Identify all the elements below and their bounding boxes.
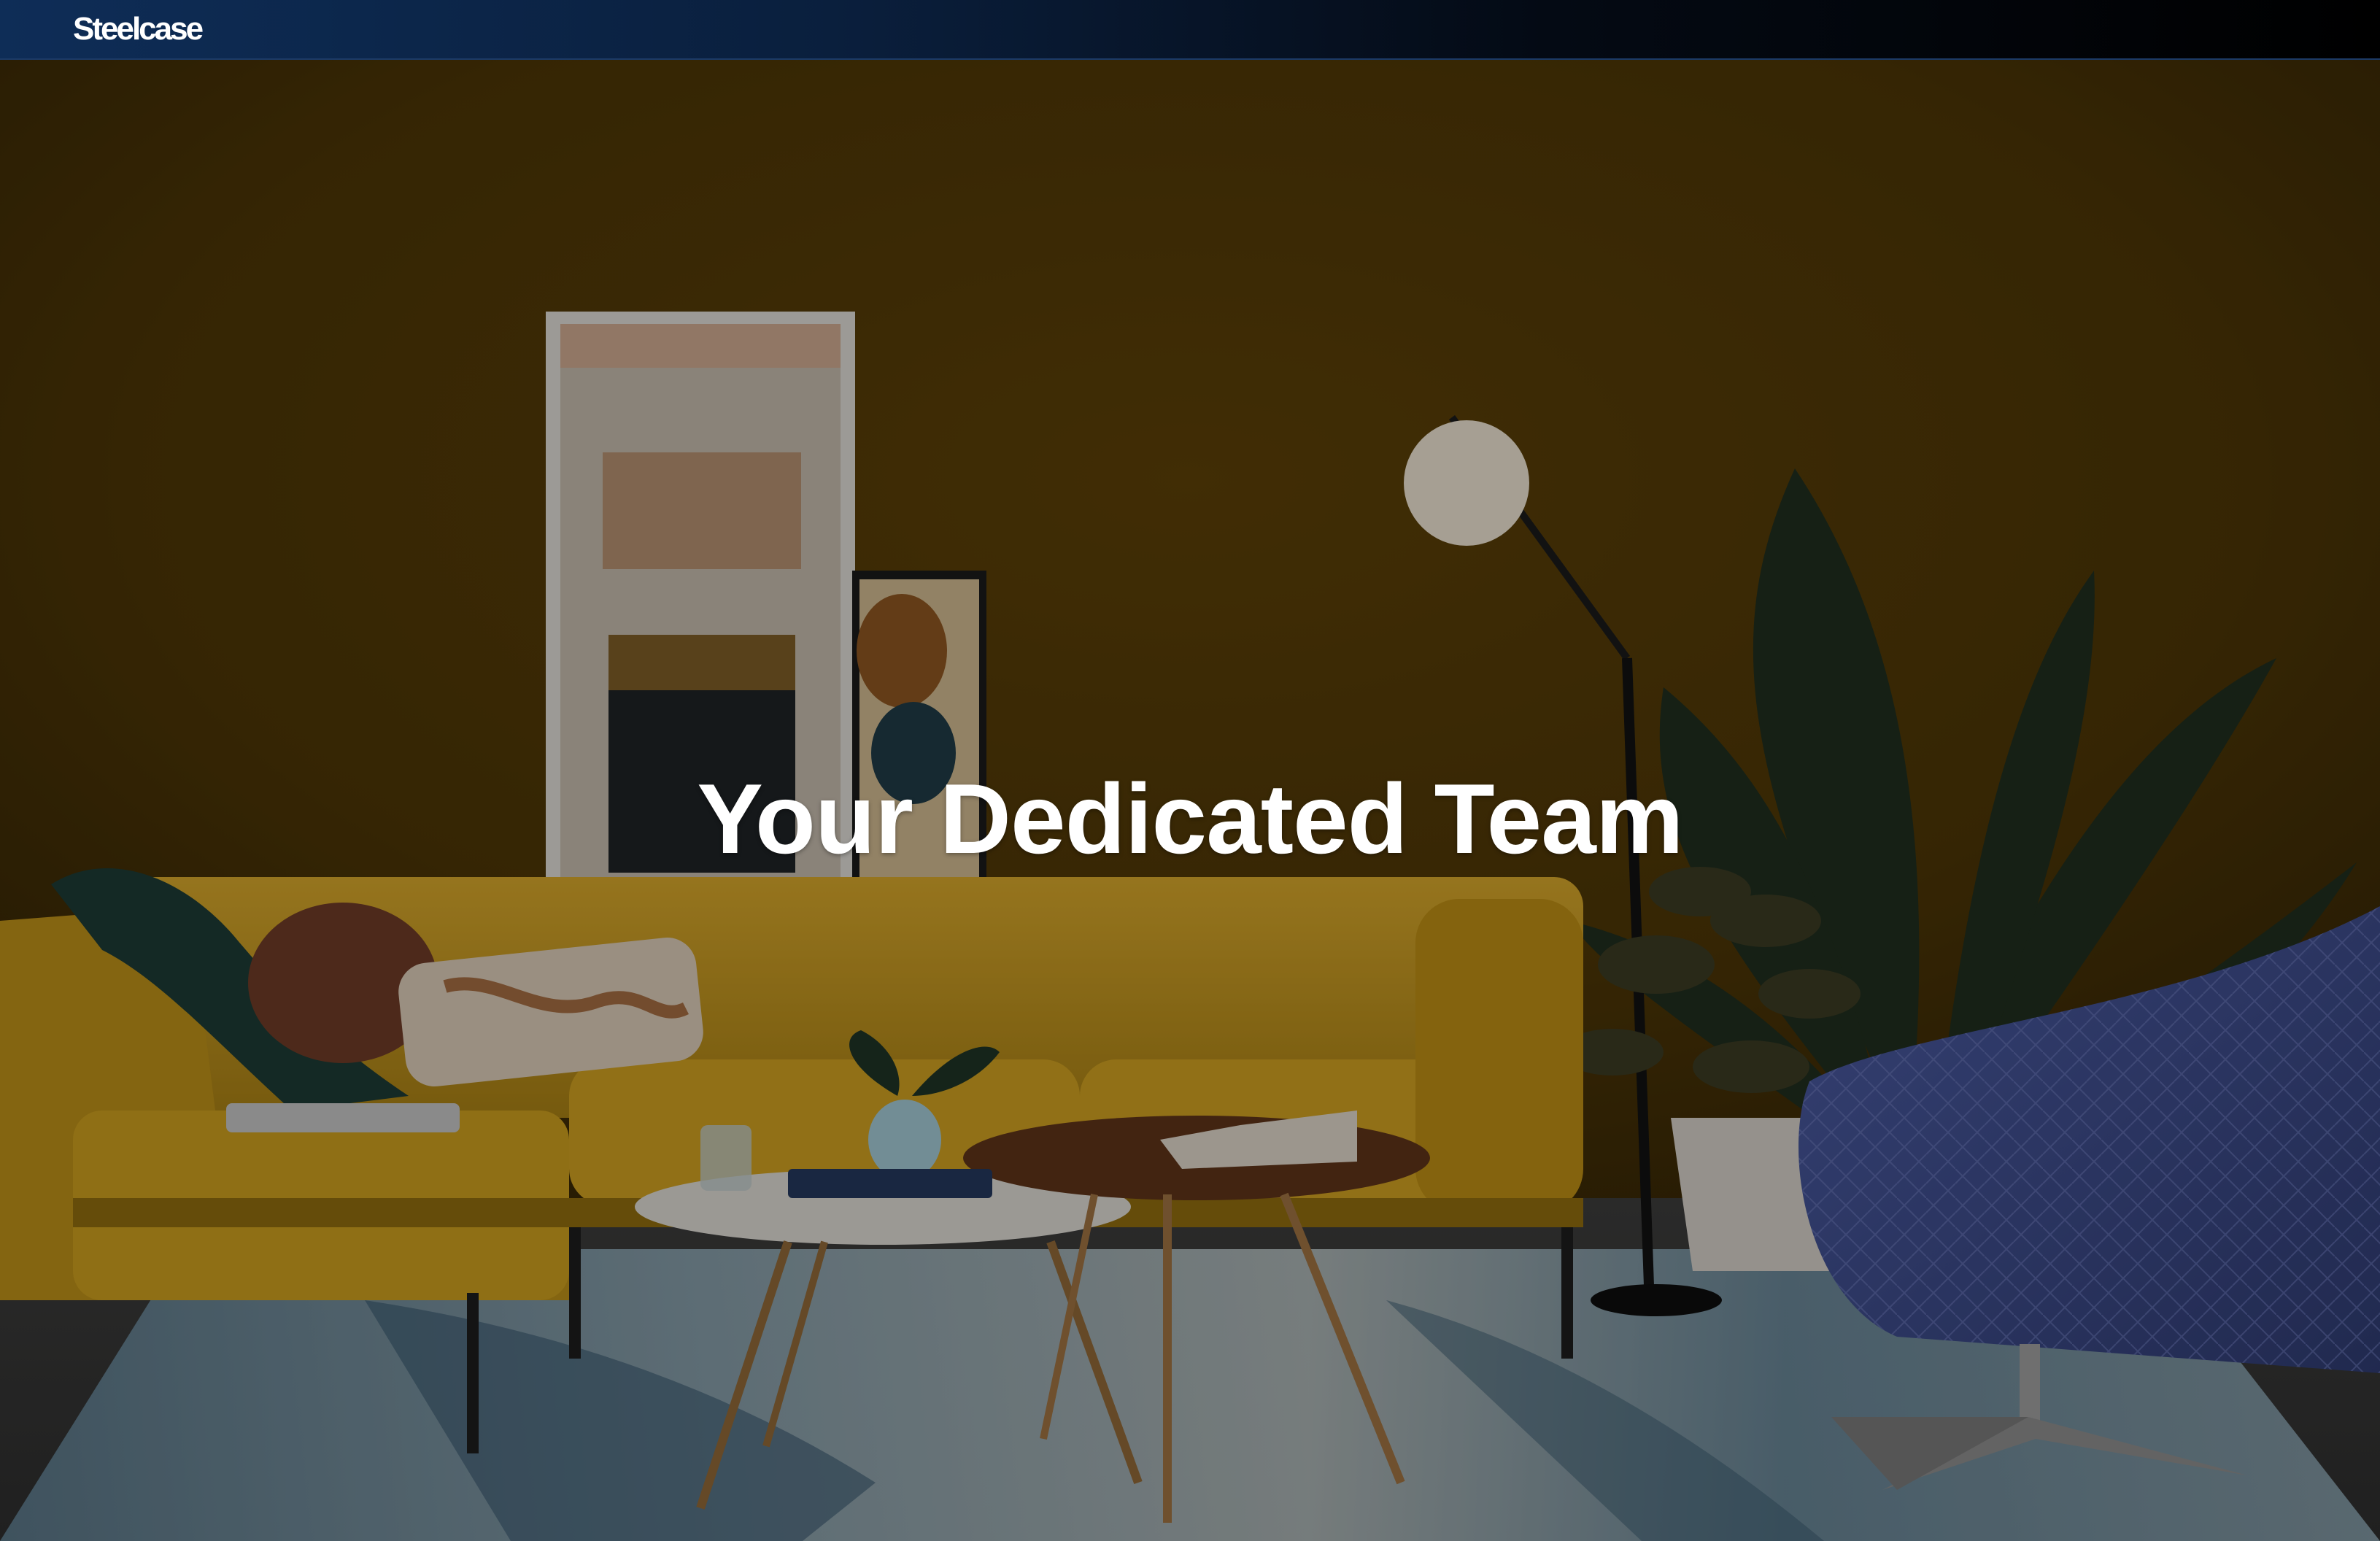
hero-banner: Your Dedicated Team (0, 60, 2380, 1541)
steelcase-logo[interactable]: Steelcase (73, 10, 204, 48)
page: Steelcase Your Dedicated Team (0, 0, 2380, 1541)
hero-title: Your Dedicated Team (697, 763, 1683, 874)
top-navigation-bar: Steelcase (0, 0, 2380, 60)
